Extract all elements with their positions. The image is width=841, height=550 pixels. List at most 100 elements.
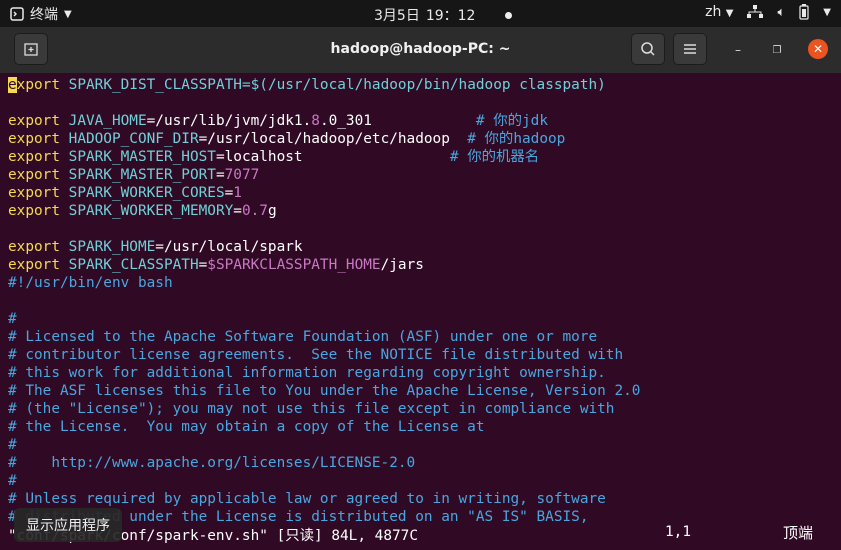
window-title: hadoop@hadoop-PC: ~ bbox=[330, 41, 511, 57]
code-token: /jars bbox=[380, 257, 424, 273]
code-token: # The ASF licenses this file to You unde… bbox=[8, 383, 641, 399]
app-name: 终端 bbox=[30, 7, 58, 23]
code-token: SPARK_HOME bbox=[68, 239, 156, 255]
hamburger-icon bbox=[684, 44, 696, 54]
code-token: = bbox=[224, 185, 234, 201]
menu-button[interactable] bbox=[673, 33, 707, 65]
code-token: SPARK_CLASSPATH bbox=[68, 257, 199, 273]
code-token: #!/usr/bin/env bash bbox=[8, 275, 173, 291]
code-token: = bbox=[215, 167, 225, 183]
code-line: # (the "License"); you may not use this … bbox=[8, 400, 640, 418]
system-tray[interactable]: zh ▼ 🔈︎ ▼ bbox=[705, 4, 831, 20]
maximize-button[interactable]: ❐ bbox=[768, 41, 786, 59]
code-token: SPARK_MASTER_PORT bbox=[68, 167, 216, 183]
show-apps-tooltip: 显示应用程序 bbox=[14, 508, 122, 542]
code-token: # http://www.apache.org/licenses/LICENSE… bbox=[8, 455, 416, 471]
editor-content[interactable]: export SPARK_DIST_CLASSPATH=$(/usr/local… bbox=[8, 76, 640, 526]
notification-dot-icon bbox=[505, 11, 513, 19]
chevron-down-icon: ▼ bbox=[64, 8, 72, 20]
code-line: export SPARK_DIST_CLASSPATH=$(/usr/local… bbox=[8, 76, 640, 94]
code-token: = bbox=[198, 257, 208, 273]
network-icon[interactable] bbox=[747, 5, 764, 19]
code-line: export SPARK_CLASSPATH=$SPARKCLASSPATH_H… bbox=[8, 256, 640, 274]
code-token: HADOOP_CONF_DIR bbox=[68, 131, 199, 147]
cursor-position: 1,1 bbox=[665, 524, 691, 540]
code-line: # bbox=[8, 310, 640, 328]
code-token: g bbox=[267, 203, 277, 219]
maximize-icon: ❐ bbox=[772, 44, 782, 56]
code-token: # this work for additional information r… bbox=[8, 365, 606, 381]
code-line: export SPARK_MASTER_PORT=7077 bbox=[8, 166, 640, 184]
code-token: 0.7 bbox=[241, 203, 268, 219]
code-line: # this work for additional information r… bbox=[8, 364, 640, 382]
code-line: # bbox=[8, 436, 640, 454]
code-line: export SPARK_WORKER_MEMORY=0.7g bbox=[8, 202, 640, 220]
code-token: $SPARKCLASSPATH_HOME bbox=[207, 257, 381, 273]
search-icon bbox=[641, 42, 655, 56]
chevron-down-icon[interactable]: ▼ bbox=[823, 7, 831, 18]
code-token: 7077 bbox=[224, 167, 260, 183]
code-line: #!/usr/bin/env bash bbox=[8, 274, 640, 292]
code-token: 1 bbox=[233, 185, 242, 201]
time-label: 19：12 bbox=[425, 8, 476, 24]
code-token: # contributor license agreements. See th… bbox=[8, 347, 624, 363]
code-token: xport bbox=[16, 77, 60, 93]
window-titlebar: hadoop@hadoop-PC: ~ – ❐ ✕ bbox=[0, 27, 841, 73]
code-token: .0_301 bbox=[319, 113, 476, 129]
code-token: export bbox=[8, 257, 60, 273]
code-token: JAVA_HOME bbox=[68, 113, 147, 129]
code-token: # bbox=[8, 473, 17, 489]
volume-icon[interactable]: 🔈︎ bbox=[777, 5, 785, 20]
code-line: export HADOOP_CONF_DIR=/usr/local/hadoop… bbox=[8, 130, 640, 148]
code-line: # The ASF licenses this file to You unde… bbox=[8, 382, 640, 400]
code-token: export bbox=[8, 185, 60, 201]
search-button[interactable] bbox=[631, 33, 665, 65]
code-token: # Unless required by applicable law or a… bbox=[8, 491, 606, 507]
app-menu[interactable]: 终端 ▼ bbox=[10, 4, 72, 24]
top-bar: 终端 ▼ 3月5日 19：12 zh ▼ 🔈︎ ▼ bbox=[0, 0, 841, 27]
code-token: =localhost bbox=[215, 149, 450, 165]
code-line: export JAVA_HOME=/usr/lib/jvm/jdk1.8.0_3… bbox=[8, 112, 640, 130]
code-token: SPARK_WORKER_CORES bbox=[68, 185, 225, 201]
code-token: SPARK_WORKER_MEMORY bbox=[68, 203, 234, 219]
code-token: export bbox=[8, 131, 60, 147]
terminal-icon bbox=[10, 7, 24, 21]
code-token: export bbox=[8, 203, 60, 219]
code-token: export bbox=[8, 113, 60, 129]
code-token: =/usr/local/hadoop/etc/hadoop bbox=[198, 131, 468, 147]
battery-icon[interactable] bbox=[799, 4, 809, 20]
code-token: e bbox=[8, 77, 17, 93]
code-token: # (the "License"); you may not use this … bbox=[8, 401, 615, 417]
input-method[interactable]: zh ▼ bbox=[705, 4, 733, 20]
code-line: # Unless required by applicable law or a… bbox=[8, 490, 640, 508]
code-token: # 你的机器名 bbox=[449, 149, 540, 165]
code-line: # Licensed to the Apache Software Founda… bbox=[8, 328, 640, 346]
code-token: export bbox=[8, 239, 60, 255]
code-token: # 你的hadoop bbox=[467, 131, 566, 147]
code-token: =/usr/lib/jvm/jdk1. bbox=[146, 113, 312, 129]
code-token: # the License. You may obtain a copy of … bbox=[8, 419, 485, 435]
terminal-area[interactable]: export SPARK_DIST_CLASSPATH=$(/usr/local… bbox=[0, 73, 841, 550]
code-token: export bbox=[8, 167, 60, 183]
chevron-down-icon: ▼ bbox=[725, 8, 734, 19]
date-label: 3月5日 bbox=[374, 8, 420, 24]
code-token: # 你的jdk bbox=[475, 113, 548, 129]
code-token: export bbox=[8, 149, 60, 165]
code-token: # Licensed to the Apache Software Founda… bbox=[8, 329, 598, 345]
code-token: SPARK_DIST_CLASSPATH bbox=[68, 77, 242, 93]
code-line: # bbox=[8, 472, 640, 490]
clock[interactable]: 3月5日 19：12 bbox=[374, 5, 513, 25]
code-line: # contributor license agreements. See th… bbox=[8, 346, 640, 364]
close-button[interactable]: ✕ bbox=[808, 39, 828, 59]
code-line: export SPARK_WORKER_CORES=1 bbox=[8, 184, 640, 202]
minimize-icon: – bbox=[735, 43, 741, 57]
minimize-button[interactable]: – bbox=[729, 41, 747, 59]
